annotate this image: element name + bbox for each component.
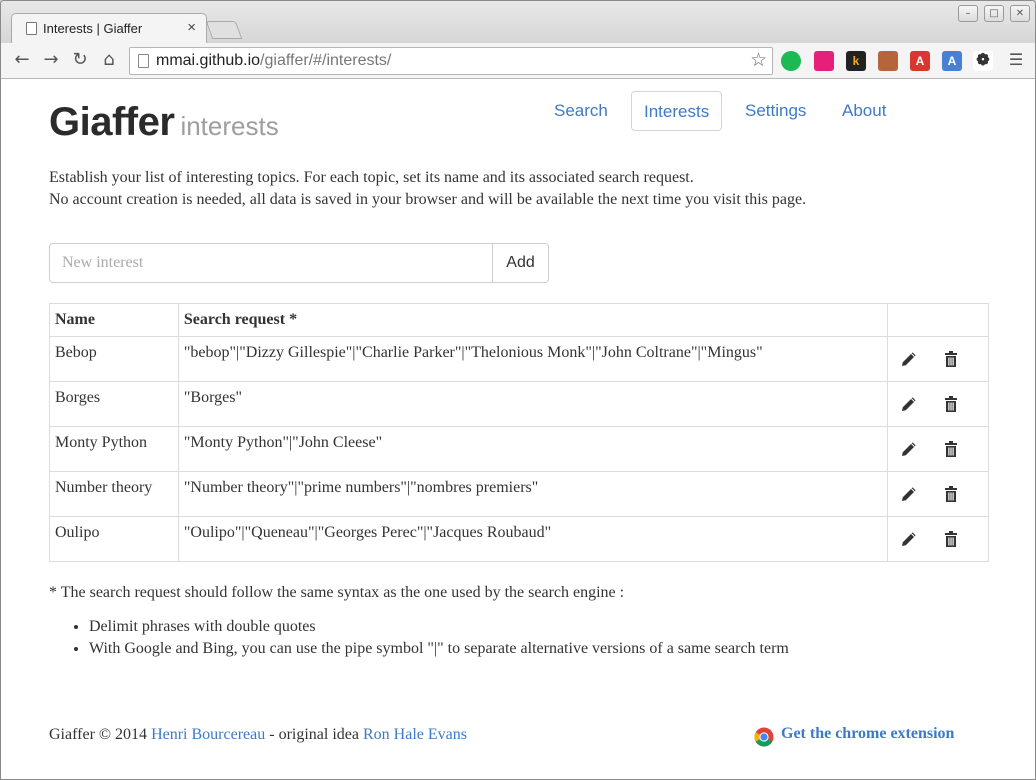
interest-name: Oulipo [49, 516, 179, 562]
intro-text: Establish your list of interesting topic… [49, 167, 806, 211]
forward-arrow-icon[interactable]: → [40, 49, 62, 71]
column-header-actions [887, 303, 989, 337]
back-arrow-icon[interactable]: ← [11, 49, 33, 71]
column-header-name: Name [49, 303, 179, 337]
translate-extension-icon[interactable]: A [942, 51, 962, 71]
nav-settings[interactable]: Settings [745, 91, 806, 131]
window-maximize-button[interactable]: □ [984, 5, 1004, 22]
browser-toolbar: ← → ↻ ⌂ mmai.github.io/giaffer/#/interes… [1, 43, 1035, 79]
pencil-icon[interactable] [900, 350, 918, 368]
nav-search[interactable]: Search [554, 91, 608, 131]
new-tab-button[interactable] [205, 21, 243, 39]
interest-search-request: "bebop"|"Dizzy Gillespie"|"Charlie Parke… [177, 336, 889, 382]
interest-search-request: "Number theory"|"prime numbers"|"nombres… [177, 471, 889, 517]
pencil-icon[interactable] [900, 395, 918, 413]
window-minimize-button[interactable]: – [958, 5, 978, 22]
search-syntax-note: * The search request should follow the s… [49, 584, 625, 601]
bookmark-star-icon[interactable]: ☆ [750, 49, 767, 71]
pencil-icon[interactable] [900, 530, 918, 548]
chrome-extension-label: Get the chrome extension [781, 725, 955, 742]
interest-name: Number theory [49, 471, 179, 517]
original-idea-text: - original idea [265, 726, 363, 743]
trash-icon[interactable] [942, 395, 960, 413]
column-header-search-request: Search request * [177, 303, 889, 337]
row-actions [887, 516, 989, 562]
table-row: Bebop "bebop"|"Dizzy Gillespie"|"Charlie … [49, 336, 989, 382]
interest-name: Borges [49, 381, 179, 427]
window-close-button[interactable]: ✕ [1010, 5, 1030, 22]
add-interest-form: Add [49, 243, 549, 283]
interest-search-request: "Oulipo"|"Queneau"|"Georges Perec"|"Jacq… [177, 516, 889, 562]
list-item: Delimit phrases with double quotes [89, 616, 789, 638]
interests-table: Name Search request * Bebop "bebop"|"Dizz… [49, 303, 989, 562]
trash-icon[interactable] [942, 485, 960, 503]
interest-search-request: "Monty Python"|"John Cleese" [177, 426, 889, 472]
reload-icon[interactable]: ↻ [69, 49, 91, 71]
brand: Giaffer interests [49, 100, 279, 145]
url-text: mmai.github.io/giaffer/#/interests/ [156, 52, 392, 69]
address-bar[interactable]: mmai.github.io/giaffer/#/interests/ ☆ [129, 47, 773, 75]
pencil-icon[interactable] [900, 440, 918, 458]
footer-credits: Giaffer © 2014 Henri Bourcereau - origin… [49, 726, 467, 744]
film-extension-icon[interactable] [878, 51, 898, 71]
table-row: Oulipo "Oulipo"|"Queneau"|"Georges Perec"… [49, 516, 989, 562]
k-extension-icon[interactable]: k [846, 51, 866, 71]
author-link[interactable]: Henri Bourcereau [151, 726, 265, 743]
add-button[interactable]: Add [492, 243, 549, 283]
copyright-text: Giaffer © 2014 [49, 726, 152, 743]
tab-title: Interests | Giaffer [43, 21, 143, 36]
trash-icon[interactable] [942, 350, 960, 368]
syntax-rules-list: Delimit phrases with double quotes With … [89, 616, 789, 660]
spotify-extension-icon[interactable] [781, 51, 801, 71]
row-actions [887, 426, 989, 472]
row-actions [887, 471, 989, 517]
page-content: Giaffer interests Search Interests Settin… [1, 80, 1035, 779]
page-icon [138, 54, 149, 68]
tab-bar: Interests | Giaffer × – □ ✕ [1, 1, 1035, 43]
pencil-icon[interactable] [900, 485, 918, 503]
interest-name: Monty Python [49, 426, 179, 472]
table-row: Monty Python "Monty Python"|"John Cleese" [49, 426, 989, 472]
row-actions [887, 381, 989, 427]
browser-tab[interactable]: Interests | Giaffer × [11, 13, 207, 43]
puzzle-extension-icon[interactable]: ❁ [973, 51, 993, 71]
list-item: With Google and Bing, you can use the pi… [89, 638, 789, 660]
trash-icon[interactable] [942, 440, 960, 458]
new-interest-input[interactable] [49, 243, 493, 283]
intro-line-2: No account creation is needed, all data … [49, 191, 807, 208]
table-header-row: Name Search request * [49, 303, 989, 337]
tab-close-icon[interactable]: × [187, 19, 196, 36]
home-icon[interactable]: ⌂ [98, 49, 120, 71]
angular-extension-icon[interactable]: A [910, 51, 930, 71]
nav-interests[interactable]: Interests [631, 91, 723, 131]
menu-icon[interactable]: ☰ [1005, 49, 1027, 71]
table-row: Number theory "Number theory"|"prime numb… [49, 471, 989, 517]
nav-about[interactable]: About [842, 91, 886, 131]
trash-icon[interactable] [942, 530, 960, 548]
intro-line-1: Establish your list of interesting topic… [49, 169, 694, 186]
interest-name: Bebop [49, 336, 179, 382]
table-row: Borges "Borges" [49, 381, 989, 427]
row-actions [887, 336, 989, 382]
page-icon [26, 22, 37, 35]
page-subtitle: interests [180, 111, 279, 141]
chrome-logo-icon [754, 727, 774, 747]
browser-window: Interests | Giaffer × – □ ✕ ← → ↻ ⌂ mmai… [0, 0, 1036, 780]
idea-author-link[interactable]: Ron Hale Evans [363, 726, 467, 743]
pink-extension-icon[interactable] [814, 51, 834, 71]
interest-search-request: "Borges" [177, 381, 889, 427]
brand-name: Giaffer [49, 100, 175, 144]
